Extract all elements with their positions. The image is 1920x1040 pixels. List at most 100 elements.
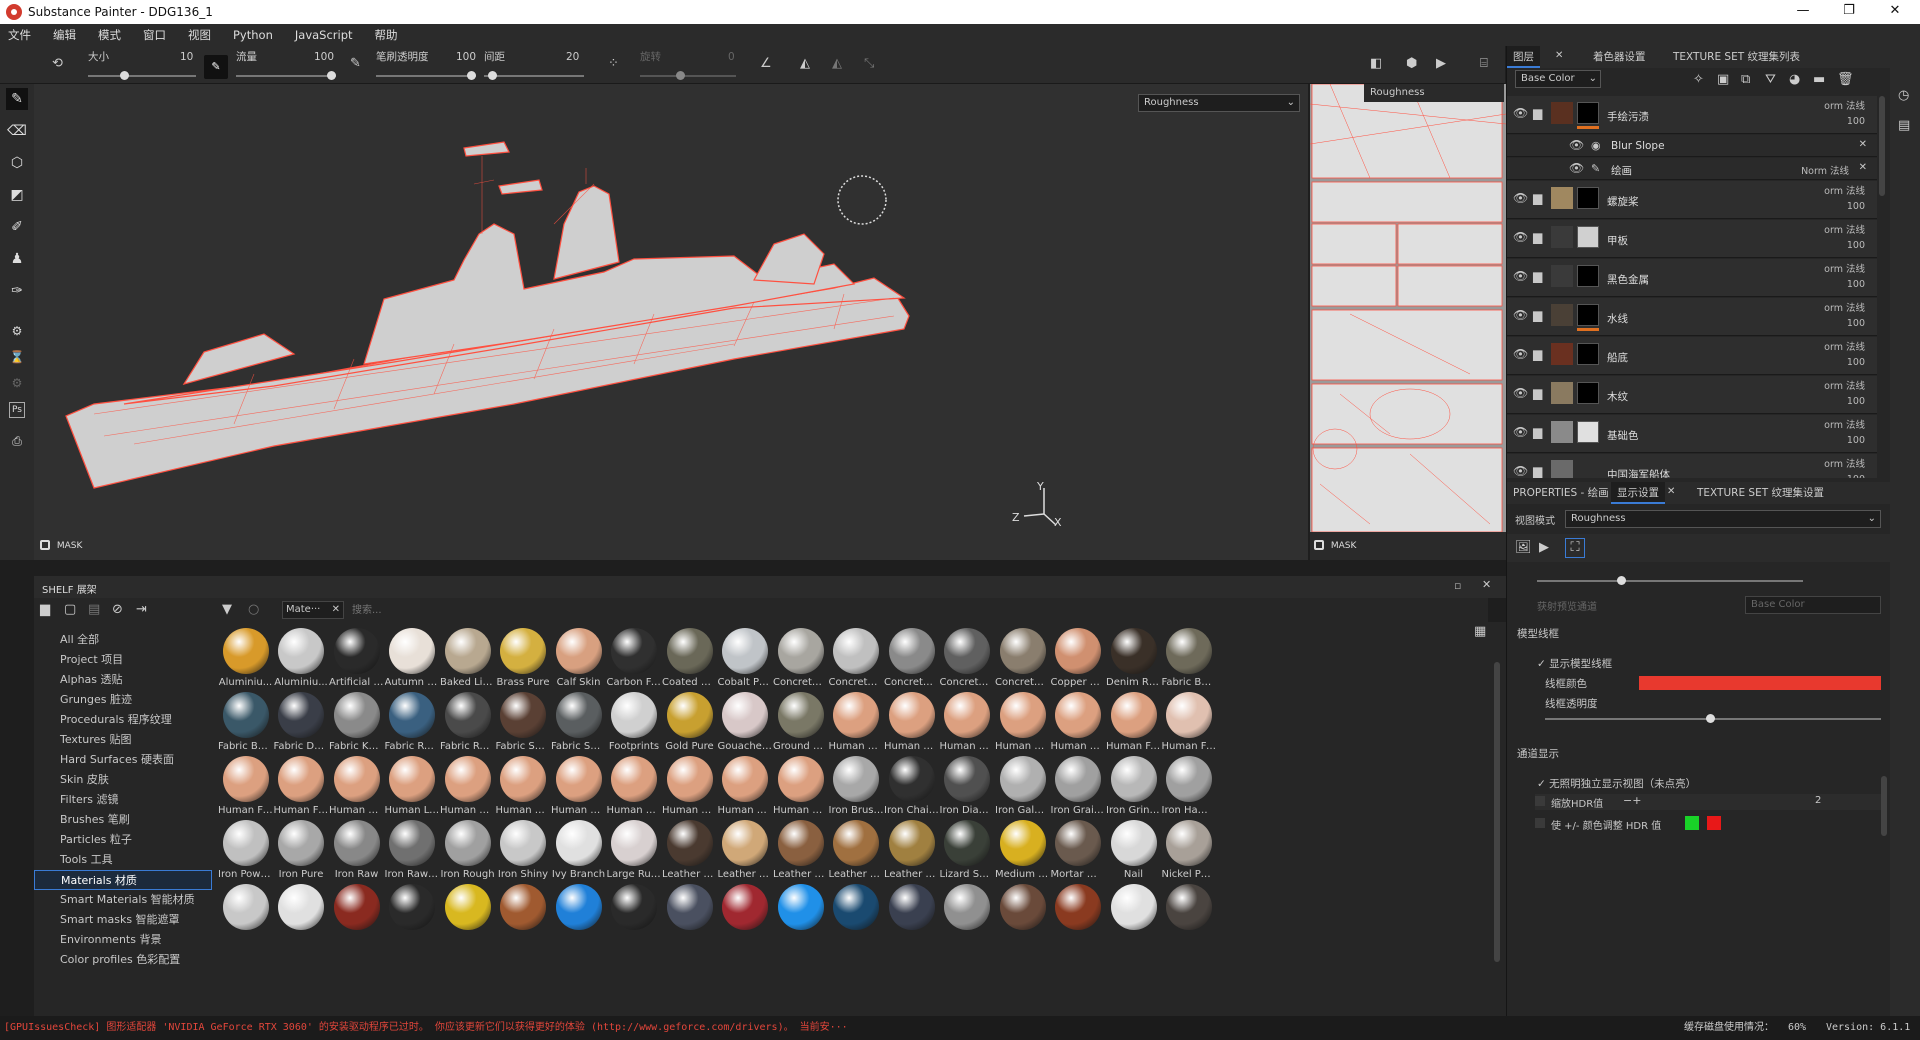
menu-python[interactable]: Python — [233, 28, 273, 42]
material-tile[interactable] — [718, 880, 773, 958]
add-folder-icon[interactable]: ▬ — [1813, 72, 1825, 87]
shelf-category-item[interactable]: Filters 滤镜 — [34, 790, 212, 810]
layer-thumbnail[interactable] — [1551, 460, 1573, 478]
remove-effect-icon[interactable]: ✕ — [1859, 139, 1867, 150]
mirror-z-icon[interactable]: ⤡ — [864, 56, 874, 71]
log-icon[interactable]: ▤ — [1898, 118, 1910, 133]
menu-help[interactable]: 帮助 — [375, 27, 398, 43]
camera-icon[interactable]: ▶ — [1436, 56, 1446, 71]
layer-thumbnail[interactable] — [1551, 382, 1573, 404]
eraser-icon[interactable]: ⌫ — [6, 120, 28, 142]
add-paint-layer-icon[interactable]: ⛛ — [1765, 72, 1776, 87]
shelf-category-item[interactable]: Skin 皮肤 — [34, 770, 212, 790]
eye-icon[interactable]: 👁 — [1513, 347, 1528, 361]
layer-blend-mode[interactable]: orm 法线 — [1824, 98, 1865, 112]
screenshot-icon[interactable]: ⌸ — [1480, 56, 1488, 71]
sub-layer-row[interactable]: 👁 ✎ 绘画 Norm 法线 ✕ — [1507, 158, 1877, 180]
display-slider-knob[interactable] — [1616, 576, 1626, 585]
layers-scrollbar[interactable] — [1879, 96, 1889, 196]
eye-icon[interactable]: 👁 — [1513, 269, 1528, 283]
layer-blend-mode[interactable]: orm 法线 — [1824, 183, 1865, 197]
uv-layout[interactable] — [1310, 84, 1506, 560]
material-tile[interactable] — [662, 880, 717, 958]
material-tile[interactable] — [1051, 880, 1106, 958]
hdr-plus-color-swatch[interactable] — [1685, 816, 1699, 830]
polygon-fill-icon[interactable]: ◩ — [6, 184, 28, 206]
properties-scrollbar[interactable] — [1881, 746, 1889, 846]
isolate-checkbox[interactable]: ✓ 无照明独立显示视图（未点亮） — [1537, 776, 1696, 791]
layer-opacity[interactable]: 100 — [1847, 116, 1865, 127]
environment-icon[interactable]: 🖼 — [1515, 540, 1532, 555]
stroke-opacity-value[interactable]: 100 — [456, 51, 476, 63]
filter-chip[interactable]: Mate··· ✕ — [282, 601, 344, 619]
shelf-category-item[interactable]: Environments 背景 — [34, 930, 212, 950]
layer-row[interactable]: 👁 ▆ 中国海军船体 orm 法线 100 — [1507, 454, 1877, 478]
shelf-search-input[interactable] — [352, 601, 1472, 619]
spacing-value[interactable]: 20 — [566, 51, 579, 63]
shelf-category-item[interactable]: Hard Surfaces 硬表面 — [34, 750, 212, 770]
uv-channel-select[interactable]: Roughness — [1364, 84, 1504, 102]
layer-blend-mode[interactable]: orm 法线 — [1824, 378, 1865, 392]
uv-mask-toggle[interactable]: MASK — [1314, 540, 1356, 551]
eye-icon[interactable]: 👁 — [1569, 138, 1584, 152]
layer-opacity[interactable]: 100 — [1847, 396, 1865, 407]
hide-icon[interactable]: ⊘ — [112, 602, 123, 617]
circle-filter-icon[interactable]: ○ — [248, 602, 259, 617]
viewport-settings-icon[interactable]: ⛶ — [1565, 538, 1585, 558]
layer-thumbnail[interactable] — [1551, 187, 1573, 209]
delete-layer-icon[interactable]: 🗑 — [1837, 72, 1854, 87]
layer-mask-thumbnail[interactable] — [1577, 187, 1599, 209]
layer-blend-mode[interactable]: orm 法线 — [1824, 456, 1865, 470]
angle-slider[interactable] — [640, 71, 736, 80]
shelf-category-item[interactable]: Procedurals 程序纹理 — [34, 710, 212, 730]
layer-mask-thumbnail[interactable] — [1577, 343, 1599, 365]
layer-blend-mode[interactable]: orm 法线 — [1824, 222, 1865, 236]
close-window-button[interactable]: ✕ — [1872, 0, 1918, 24]
layer-blend-mode[interactable]: orm 法线 — [1824, 300, 1865, 314]
remove-filter-icon[interactable]: ✕ — [332, 602, 340, 618]
layer-thumbnail[interactable] — [1551, 226, 1573, 248]
shelf-category-item[interactable]: Smart masks 智能遮罩 — [34, 910, 212, 930]
layer-row[interactable]: 👁 ▆ 水线 orm 法线 100 — [1507, 298, 1877, 336]
material-tile[interactable] — [218, 880, 273, 958]
material-tile[interactable] — [773, 880, 828, 958]
layer-row[interactable]: 👁 ▆ 木纹 orm 法线 100 — [1507, 376, 1877, 414]
tab-layers[interactable]: 图层 — [1507, 46, 1540, 68]
mirror-x-icon[interactable]: ◭ — [800, 56, 810, 71]
lazy-mouse-icon[interactable]: ⁘ — [608, 56, 619, 71]
eye-icon[interactable]: 👁 — [1513, 308, 1528, 322]
size-value[interactable]: 10 — [180, 51, 193, 63]
eye-icon[interactable]: 👁 — [1513, 425, 1528, 439]
eye-icon[interactable]: 👁 — [1513, 106, 1528, 120]
close-tab-icon[interactable]: ✕ — [1667, 486, 1675, 497]
shelf-scrollbar[interactable] — [1488, 622, 1506, 1016]
brush-pressure-icon[interactable]: ✎ — [204, 55, 228, 79]
history-icon[interactable]: ◷ — [1898, 88, 1909, 103]
remove-effect-icon[interactable]: ✕ — [1859, 162, 1867, 173]
hdr-minus-plus-icon[interactable]: −+ — [1623, 794, 1641, 807]
shelf-category-item[interactable]: Tools 工具 — [34, 850, 212, 870]
layer-row[interactable]: 👁 ▆ 船底 orm 法线 100 — [1507, 337, 1877, 375]
export-icon[interactable]: ⎙ — [6, 430, 28, 452]
flow-slider[interactable] — [236, 71, 336, 80]
material-tile[interactable] — [551, 880, 606, 958]
new-folder-icon[interactable]: ▢ — [64, 602, 76, 617]
material-tile[interactable] — [940, 880, 995, 958]
menu-window[interactable]: 窗口 — [143, 27, 166, 43]
bake-icon[interactable]: ⚙ — [6, 320, 28, 342]
hdr-adjust-checkbox[interactable] — [1535, 818, 1545, 828]
pen-pressure-icon[interactable]: ✎ — [350, 56, 361, 71]
layers-channel-select[interactable]: Base Color ⌄ — [1515, 70, 1601, 88]
show-wireframe-checkbox[interactable]: ✓ 显示模型线框 — [1537, 656, 1612, 671]
material-tile[interactable] — [1106, 880, 1161, 958]
tab-shader-settings[interactable]: 着色器设置 — [1587, 46, 1652, 68]
stroke-opacity-slider-knob[interactable] — [467, 71, 476, 80]
color-picker-icon[interactable]: ✑ — [6, 280, 28, 302]
sub-layer-row[interactable]: 👁 ◉ Blur Slope ✕ — [1507, 135, 1877, 157]
preview-channel-select[interactable]: Base Color — [1745, 596, 1881, 614]
spacing-slider-knob[interactable] — [488, 71, 497, 80]
angle-icon[interactable]: ∠ — [760, 56, 772, 71]
ship-model[interactable] — [34, 84, 1308, 560]
eye-icon[interactable]: 👁 — [1513, 464, 1528, 478]
stroke-opacity-slider[interactable] — [376, 71, 476, 80]
